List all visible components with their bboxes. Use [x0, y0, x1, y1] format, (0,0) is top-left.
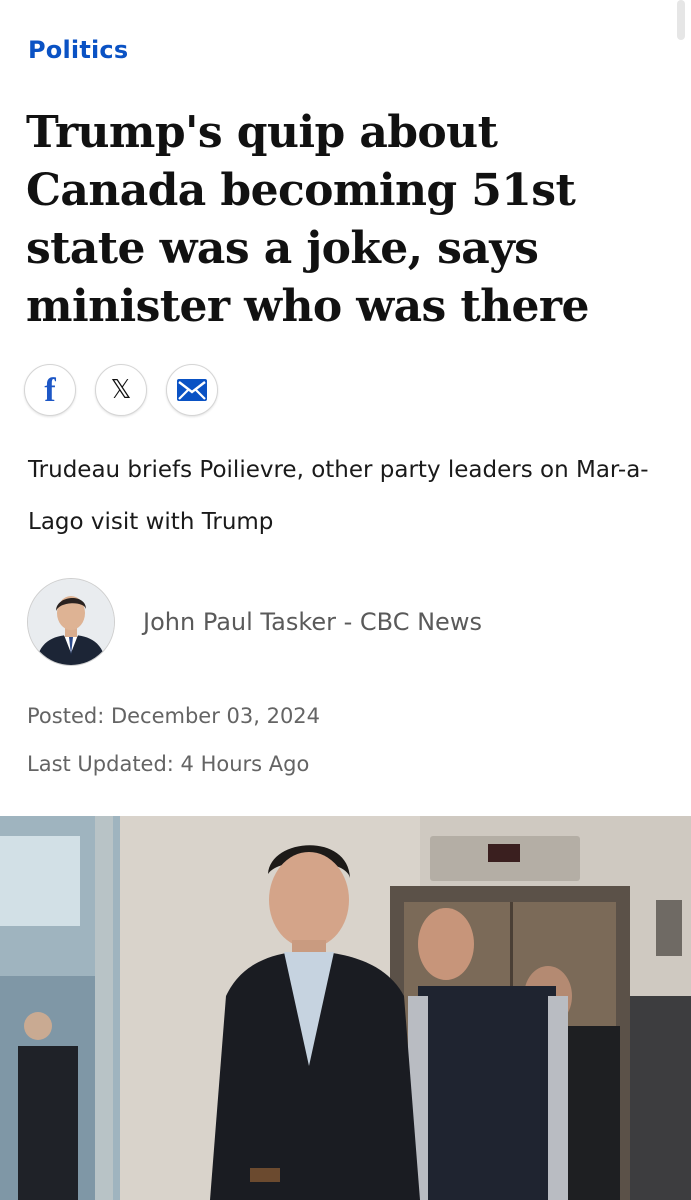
article-headline: Trump's quip about Canada becoming 51st …	[26, 107, 589, 332]
email-icon	[177, 379, 207, 401]
x-share-button[interactable]: 𝕏	[95, 364, 147, 416]
author-name[interactable]: John Paul Tasker - CBC News	[143, 608, 482, 636]
last-updated: Last Updated: 4 Hours Ago	[27, 752, 310, 776]
facebook-share-button[interactable]: f	[24, 364, 76, 416]
article-subheadline: Trudeau briefs Poilievre, other party le…	[28, 457, 649, 535]
email-share-button[interactable]	[166, 364, 218, 416]
section-link-politics[interactable]: Politics	[28, 36, 128, 64]
author-avatar[interactable]	[27, 578, 115, 666]
facebook-icon: f	[44, 372, 56, 409]
x-icon: 𝕏	[110, 375, 132, 405]
posted-date: Posted: December 03, 2024	[27, 704, 321, 728]
scroll-indicator[interactable]	[677, 0, 685, 40]
hero-photo	[0, 816, 691, 1200]
byline: John Paul Tasker - CBC News	[27, 578, 482, 666]
share-buttons: f 𝕏	[24, 364, 218, 416]
